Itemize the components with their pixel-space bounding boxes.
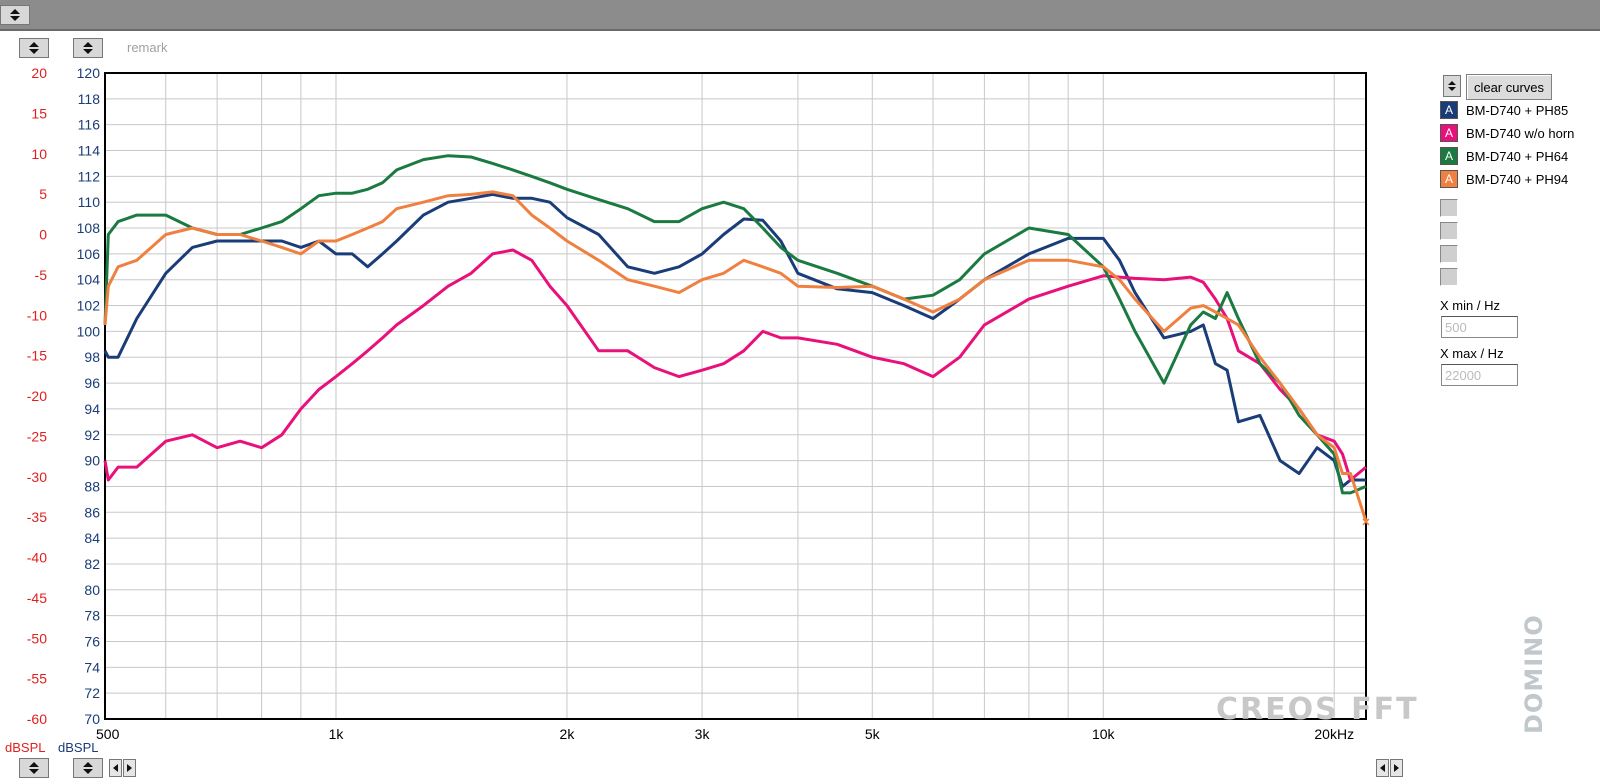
y-tick-label: 108 — [77, 220, 101, 236]
legend-item[interactable]: A BM-D740 + PH64 — [1440, 146, 1568, 166]
legend-label: BM-D740 w/o horn — [1466, 125, 1575, 141]
empty-curve-slot[interactable] — [1440, 268, 1458, 286]
x-scroll-left-button[interactable] — [109, 759, 122, 777]
empty-curve-slot[interactable] — [1440, 199, 1458, 217]
y-tick-label: 112 — [78, 168, 101, 184]
y2-tick-label: -5 — [35, 267, 48, 283]
xmin-label: X min / Hz — [1440, 298, 1500, 313]
y2-tick-label: 20 — [31, 65, 47, 81]
y-tick-label: 96 — [84, 375, 100, 391]
x-end-scroll-left-button[interactable] — [1376, 759, 1389, 777]
x-tick-label: 500 — [96, 726, 120, 742]
right-axis-unit: dBSPL — [58, 740, 99, 755]
legend-swatch-icon[interactable]: A — [1440, 124, 1458, 142]
y2-tick-label: -50 — [27, 630, 47, 646]
y2-tick-label: -10 — [27, 307, 47, 323]
y2-tick-label: -25 — [27, 428, 47, 444]
y2-tick-label: -20 — [27, 388, 47, 404]
y-tick-label: 106 — [77, 246, 101, 262]
creos-fft-watermark: CREOS FFT — [1216, 692, 1419, 727]
y-tick-label: 72 — [84, 685, 100, 701]
y-tick-label: 84 — [84, 530, 100, 546]
y-tick-label: 102 — [77, 298, 101, 314]
legend-label: BM-D740 + PH64 — [1466, 148, 1569, 164]
y-tick-label: 86 — [84, 504, 100, 520]
y2-tick-label: -40 — [27, 550, 47, 566]
legend-swatch-icon[interactable]: A — [1440, 147, 1458, 165]
xmax-label: X max / Hz — [1440, 346, 1504, 361]
legend-label: BM-D740 + PH85 — [1466, 102, 1569, 118]
y-tick-label: 70 — [84, 711, 100, 727]
y-tick-label: 78 — [84, 608, 100, 624]
plot-area — [105, 73, 1366, 719]
legend-item[interactable]: A BM-D740 + PH85 — [1440, 100, 1568, 120]
y-tick-label: 80 — [84, 582, 100, 598]
empty-curve-slot[interactable] — [1440, 245, 1458, 263]
y-tick-label: 110 — [78, 194, 101, 210]
x-scroll-right-button[interactable] — [123, 759, 136, 777]
x-end-scroll-right-button[interactable] — [1390, 759, 1403, 777]
y2-tick-label: -60 — [27, 711, 47, 727]
y2-tick-label: 10 — [31, 146, 47, 162]
y2-tick-label: -30 — [27, 469, 47, 485]
y2-tick-label: -45 — [27, 590, 47, 606]
x-tick-label: 5k — [865, 726, 881, 742]
y2-tick-label: -55 — [27, 671, 47, 687]
y-tick-label: 74 — [84, 659, 100, 675]
legend-swatch-icon[interactable]: A — [1440, 170, 1458, 188]
y2-tick-label: 15 — [31, 105, 47, 121]
left-axis-bottom-spin-button[interactable] — [19, 758, 49, 778]
y-tick-label: 100 — [77, 323, 101, 339]
y-tick-label: 116 — [78, 117, 101, 133]
legend-item[interactable]: A BM-D740 w/o horn — [1440, 123, 1574, 143]
y-tick-label: 88 — [84, 478, 100, 494]
y-tick-label: 90 — [84, 453, 100, 469]
empty-curve-slot[interactable] — [1440, 222, 1458, 240]
y-tick-label: 94 — [84, 401, 100, 417]
y-tick-label: 98 — [84, 349, 100, 365]
x-tick-label: 3k — [695, 726, 711, 742]
x-tick-label: 1k — [329, 726, 345, 742]
frequency-response-chart: 7072747678808284868890929496981001021041… — [27, 65, 1370, 742]
xmax-input[interactable] — [1441, 364, 1518, 386]
clear-curves-button[interactable]: clear curves — [1466, 74, 1552, 100]
y-tick-label: 114 — [78, 143, 101, 159]
x-tick-label: 2k — [560, 726, 576, 742]
y2-tick-label: 5 — [39, 186, 47, 202]
y-tick-label: 82 — [84, 556, 100, 572]
end-marker: × — [1362, 513, 1370, 529]
legend-label: BM-D740 + PH94 — [1466, 171, 1569, 187]
y2-tick-label: 0 — [39, 227, 47, 243]
curve-list-spin-button[interactable] — [1443, 75, 1461, 97]
x-tick-label: 20kHz — [1314, 726, 1354, 742]
left-axis-unit: dBSPL — [5, 740, 46, 755]
legend-swatch-icon[interactable]: A — [1440, 101, 1458, 119]
y2-tick-label: -15 — [27, 348, 47, 364]
right-axis-bottom-spin-button[interactable] — [73, 758, 103, 778]
y-tick-label: 92 — [84, 427, 100, 443]
legend-item[interactable]: A BM-D740 + PH94 — [1440, 169, 1568, 189]
x-tick-label: 10k — [1092, 726, 1116, 742]
y-tick-label: 118 — [78, 91, 101, 107]
xmin-input[interactable] — [1441, 316, 1518, 338]
y-tick-label: 104 — [77, 272, 101, 288]
y-tick-label: 120 — [77, 65, 101, 81]
y-tick-label: 76 — [84, 633, 100, 649]
domino-logo: DOMINO — [1520, 614, 1548, 734]
y2-tick-label: -35 — [27, 509, 47, 525]
